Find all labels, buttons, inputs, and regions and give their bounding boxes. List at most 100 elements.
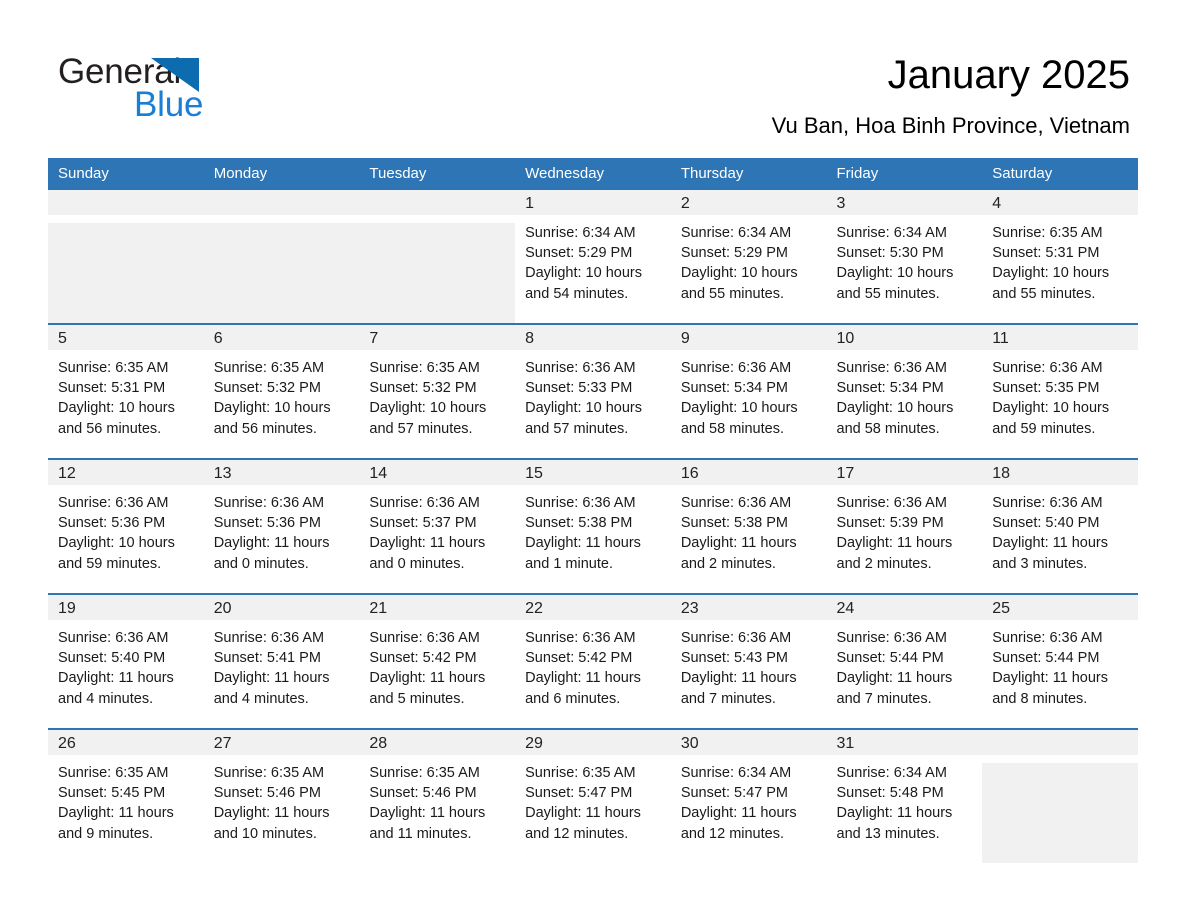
day-number-band: 28 bbox=[359, 730, 516, 755]
day-detail-line: Daylight: 11 hours bbox=[836, 670, 953, 687]
calendar-day-cell[interactable]: 17 Sunrise: 6:36 AM Sunset: 5:39 PM Dayligh… bbox=[826, 458, 983, 594]
calendar-day-cell[interactable]: 21 Sunrise: 6:36 AM Sunset: 5:42 PM Dayligh… bbox=[359, 593, 516, 729]
calendar-day-cell[interactable]: 15 Sunrise: 6:36 AM Sunset: 5:38 PM Dayligh… bbox=[515, 458, 671, 594]
calendar-day-cell[interactable]: 7 Sunrise: 6:35 AM Sunset: 5:32 PM Daylight… bbox=[359, 323, 516, 459]
day-detail-block: Sunrise: 6:35 AM Sunset: 5:45 PM Daylight:… bbox=[48, 755, 204, 844]
day-detail-block: Sunrise: 6:34 AM Sunset: 5:29 PM Daylight:… bbox=[515, 215, 671, 304]
day-detail-line: and 55 minutes. bbox=[836, 285, 940, 302]
day-detail-block: Sunrise: 6:36 AM Sunset: 5:42 PM Daylight:… bbox=[359, 620, 516, 709]
calendar-day-cell[interactable]: 5 Sunrise: 6:35 AM Sunset: 5:31 PM Daylight… bbox=[48, 323, 204, 459]
day-detail-line: Daylight: 11 hours bbox=[58, 670, 174, 687]
day-number-band: 31 bbox=[826, 730, 983, 755]
day-detail-line: Daylight: 11 hours bbox=[369, 805, 486, 822]
calendar-day-cell[interactable]: 20 Sunrise: 6:36 AM Sunset: 5:41 PM Dayligh… bbox=[203, 593, 360, 729]
day-detail-block: Sunrise: 6:36 AM Sunset: 5:42 PM Daylight:… bbox=[515, 620, 671, 709]
day-detail-line: Daylight: 10 hours bbox=[525, 265, 642, 282]
calendar-day-cell[interactable]: 9 Sunrise: 6:36 AM Sunset: 5:34 PM Daylight… bbox=[670, 323, 827, 459]
day-detail-line: Sunrise: 6:36 AM bbox=[992, 630, 1103, 646]
calendar-day-cell[interactable]: 4 Sunrise: 6:35 AM Sunset: 5:31 PM Daylight… bbox=[982, 190, 1138, 324]
day-detail-line: Daylight: 10 hours bbox=[58, 400, 175, 417]
day-detail-block: Sunrise: 6:36 AM Sunset: 5:36 PM Daylight:… bbox=[48, 485, 204, 574]
day-number: 5 bbox=[58, 330, 67, 347]
day-detail-line: Daylight: 10 hours bbox=[680, 265, 798, 282]
day-detail-line: Sunrise: 6:36 AM bbox=[992, 495, 1103, 511]
day-detail-line: Sunrise: 6:35 AM bbox=[58, 360, 169, 376]
day-detail-line: and 58 minutes. bbox=[836, 420, 940, 437]
day-detail-block bbox=[359, 215, 516, 223]
calendar-day-cell[interactable]: 28 Sunrise: 6:35 AM Sunset: 5:46 PM Dayligh… bbox=[359, 728, 516, 863]
day-detail-line: and 55 minutes. bbox=[992, 285, 1096, 302]
day-detail-block: Sunrise: 6:35 AM Sunset: 5:32 PM Daylight:… bbox=[203, 350, 360, 439]
day-number-band: 5 bbox=[48, 325, 204, 350]
day-detail-line: Sunset: 5:48 PM bbox=[836, 785, 944, 802]
calendar-day-cell[interactable]: 2 Sunrise: 6:34 AM Sunset: 5:29 PM Daylight… bbox=[670, 190, 827, 324]
day-detail-line: Daylight: 11 hours bbox=[525, 670, 641, 687]
calendar-day-cell[interactable]: 16 Sunrise: 6:36 AM Sunset: 5:38 PM Dayligh… bbox=[670, 458, 827, 594]
day-detail-line: Daylight: 11 hours bbox=[836, 805, 953, 822]
day-detail-line: Sunrise: 6:36 AM bbox=[992, 360, 1103, 376]
calendar-day-cell[interactable]: 11 Sunrise: 6:36 AM Sunset: 5:35 PM Dayligh… bbox=[982, 323, 1138, 459]
day-detail-block: Sunrise: 6:35 AM Sunset: 5:46 PM Daylight:… bbox=[359, 755, 516, 844]
day-detail-block: Sunrise: 6:35 AM Sunset: 5:32 PM Daylight:… bbox=[359, 350, 516, 439]
calendar-day-cell[interactable]: 25 Sunrise: 6:36 AM Sunset: 5:44 PM Dayligh… bbox=[982, 593, 1138, 729]
brand-logo[interactable]: General Blue bbox=[58, 52, 318, 124]
day-detail-line: Sunset: 5:31 PM bbox=[58, 380, 166, 397]
calendar-day-cell[interactable]: 10 Sunrise: 6:36 AM Sunset: 5:34 PM Dayligh… bbox=[826, 323, 983, 459]
calendar-day-cell[interactable]: 18 Sunrise: 6:36 AM Sunset: 5:40 PM Dayligh… bbox=[982, 458, 1138, 594]
day-detail-line: Sunrise: 6:36 AM bbox=[836, 360, 947, 376]
day-detail-line: Daylight: 11 hours bbox=[525, 805, 641, 822]
calendar-day-cell[interactable]: 6 Sunrise: 6:35 AM Sunset: 5:32 PM Daylight… bbox=[203, 323, 360, 459]
day-detail-line: Sunrise: 6:36 AM bbox=[525, 630, 636, 646]
day-number: 20 bbox=[213, 600, 232, 617]
day-detail-line: Sunset: 5:44 PM bbox=[992, 650, 1100, 667]
day-detail-block: Sunrise: 6:36 AM Sunset: 5:44 PM Daylight:… bbox=[982, 620, 1138, 709]
day-detail-line: and 56 minutes. bbox=[213, 420, 317, 437]
page-title: January 2025 bbox=[887, 53, 1130, 97]
calendar-week-row: 5 Sunrise: 6:35 AM Sunset: 5:31 PM Daylight… bbox=[48, 323, 1138, 459]
day-number-band: 7 bbox=[359, 325, 516, 350]
day-detail-block: Sunrise: 6:35 AM Sunset: 5:31 PM Daylight:… bbox=[48, 350, 204, 439]
day-detail-line: Daylight: 10 hours bbox=[992, 400, 1110, 417]
day-number: 22 bbox=[525, 600, 543, 617]
day-number-band: 10 bbox=[826, 325, 983, 350]
calendar-day-cell[interactable]: 26 Sunrise: 6:35 AM Sunset: 5:45 PM Dayligh… bbox=[48, 728, 204, 863]
day-number: 9 bbox=[680, 330, 690, 347]
day-detail-line: Daylight: 10 hours bbox=[680, 400, 798, 417]
day-detail-block: Sunrise: 6:34 AM Sunset: 5:30 PM Daylight:… bbox=[826, 215, 983, 304]
day-detail-line: Daylight: 11 hours bbox=[836, 535, 953, 552]
day-detail-line: and 56 minutes. bbox=[58, 420, 162, 437]
calendar-day-cell[interactable]: 23 Sunrise: 6:36 AM Sunset: 5:43 PM Dayligh… bbox=[670, 593, 827, 729]
day-number: 11 bbox=[992, 330, 1009, 347]
calendar-day-cell[interactable]: 31 Sunrise: 6:34 AM Sunset: 5:48 PM Dayligh… bbox=[826, 728, 983, 863]
day-detail-block: Sunrise: 6:36 AM Sunset: 5:41 PM Daylight:… bbox=[203, 620, 360, 709]
brand-name-blue: Blue bbox=[134, 85, 204, 124]
day-detail-line: Sunset: 5:41 PM bbox=[213, 650, 321, 667]
day-detail-line: Daylight: 11 hours bbox=[992, 670, 1109, 687]
day-detail-line: Sunrise: 6:36 AM bbox=[369, 630, 480, 646]
day-detail-line: Sunset: 5:43 PM bbox=[680, 650, 789, 667]
calendar-day-cell[interactable]: 14 Sunrise: 6:36 AM Sunset: 5:37 PM Dayligh… bbox=[359, 458, 516, 594]
day-detail-line: Daylight: 11 hours bbox=[213, 670, 330, 687]
day-detail-line: Sunrise: 6:35 AM bbox=[213, 360, 325, 376]
calendar-day-cell[interactable]: 12 Sunrise: 6:36 AM Sunset: 5:36 PM Dayligh… bbox=[48, 458, 204, 594]
calendar-day-cell[interactable]: 24 Sunrise: 6:36 AM Sunset: 5:44 PM Dayligh… bbox=[826, 593, 983, 729]
calendar-day-cell[interactable]: 27 Sunrise: 6:35 AM Sunset: 5:46 PM Dayligh… bbox=[203, 728, 360, 863]
day-number: 14 bbox=[369, 465, 388, 482]
calendar-day-cell[interactable]: 13 Sunrise: 6:36 AM Sunset: 5:36 PM Dayligh… bbox=[203, 458, 360, 594]
day-number: 15 bbox=[525, 465, 543, 482]
day-detail-line: and 8 minutes. bbox=[992, 690, 1088, 707]
day-number-band: 4 bbox=[982, 190, 1138, 215]
calendar-day-cell[interactable]: 1 Sunrise: 6:34 AM Sunset: 5:29 PM Daylight… bbox=[515, 190, 671, 324]
day-detail-line: Sunset: 5:34 PM bbox=[836, 380, 944, 397]
calendar-day-cell[interactable]: 8 Sunrise: 6:36 AM Sunset: 5:33 PM Daylight… bbox=[515, 323, 671, 459]
calendar-day-cell[interactable]: 29 Sunrise: 6:35 AM Sunset: 5:47 PM Dayligh… bbox=[515, 728, 671, 863]
calendar-day-cell[interactable]: 22 Sunrise: 6:36 AM Sunset: 5:42 PM Dayligh… bbox=[515, 593, 671, 729]
day-detail-line: and 9 minutes. bbox=[58, 825, 154, 842]
calendar-day-cell[interactable]: 19 Sunrise: 6:36 AM Sunset: 5:40 PM Dayligh… bbox=[48, 593, 204, 729]
calendar-day-cell[interactable]: 30 Sunrise: 6:34 AM Sunset: 5:47 PM Dayligh… bbox=[670, 728, 827, 863]
calendar-day-cell[interactable]: 3 Sunrise: 6:34 AM Sunset: 5:30 PM Daylight… bbox=[826, 190, 983, 324]
day-number-band: 13 bbox=[203, 460, 360, 485]
day-detail-line: Sunset: 5:36 PM bbox=[213, 515, 321, 532]
day-detail-line: and 2 minutes. bbox=[680, 555, 776, 572]
day-detail-line: Sunset: 5:29 PM bbox=[680, 245, 789, 262]
